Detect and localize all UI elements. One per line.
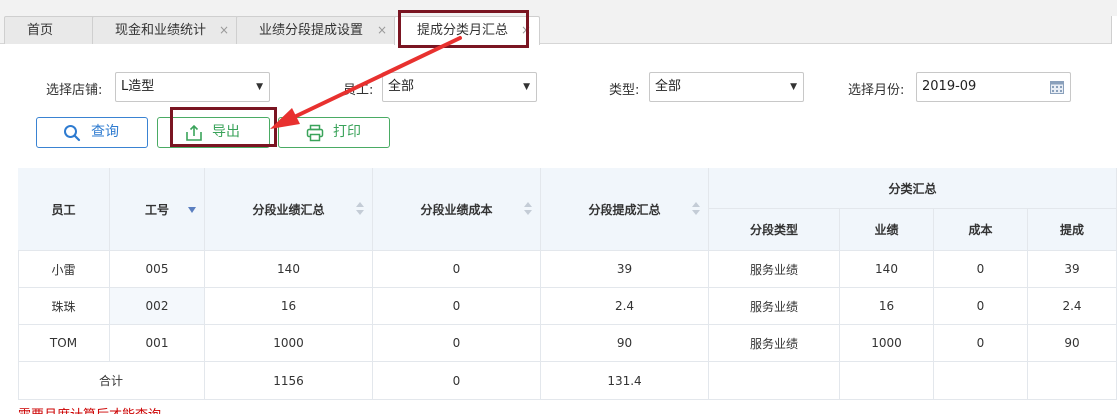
print-button[interactable]: 打印	[278, 117, 390, 148]
cell-employee-number: 002	[110, 288, 205, 325]
cell-performance: 1000	[840, 325, 934, 362]
store-select[interactable]: L造型 ▼	[115, 72, 270, 102]
type-select-value: 全部	[655, 79, 682, 94]
header-segment-type: 分段类型	[709, 209, 840, 251]
sort-icon[interactable]	[692, 202, 700, 216]
cell-total-label: 合计	[18, 362, 205, 400]
print-button-label: 打印	[333, 124, 361, 140]
close-icon[interactable]: ×	[377, 17, 387, 44]
cell-commission: 2.4	[1028, 288, 1117, 325]
cell-performance: 140	[840, 251, 934, 288]
header-commission: 提成	[1028, 209, 1117, 251]
header-employee-number[interactable]: 工号	[110, 168, 205, 251]
cell-employee-number: 001	[110, 325, 205, 362]
type-label: 类型:	[609, 83, 640, 98]
header-segment-commission-total[interactable]: 分段提成汇总	[541, 168, 709, 251]
chevron-down-icon: ▼	[790, 82, 797, 92]
query-button[interactable]: 查询	[36, 117, 148, 148]
cell-employee: TOM	[18, 325, 110, 362]
close-icon[interactable]: ×	[219, 17, 229, 44]
cell-cost: 0	[934, 251, 1028, 288]
printer-icon	[306, 124, 324, 142]
month-input-value: 2019-09	[922, 79, 977, 94]
cell-segment-commission-total: 39	[541, 251, 709, 288]
cell-segment-commission-total: 90	[541, 325, 709, 362]
type-select[interactable]: 全部 ▼	[649, 72, 804, 102]
chevron-down-icon: ▼	[523, 82, 530, 92]
cell-employee: 小雷	[18, 251, 110, 288]
cell-segment-performance-cost: 0	[373, 251, 541, 288]
cell-segment-commission-total: 2.4	[541, 288, 709, 325]
cell-performance: 16	[840, 288, 934, 325]
header-segment-performance-total[interactable]: 分段业绩汇总	[205, 168, 373, 251]
cell-segment-performance-total: 1000	[205, 325, 373, 362]
cell-segment-type: 服务业绩	[709, 288, 840, 325]
cell-total-empty	[709, 362, 840, 400]
cell-cost: 0	[934, 325, 1028, 362]
export-highlight-box	[170, 107, 277, 147]
cell-total-segment-cost: 0	[373, 362, 541, 400]
active-tab-highlight-box	[398, 10, 529, 48]
sort-icon[interactable]	[524, 202, 532, 216]
commission-summary-table: 员工 工号 分段业绩汇总 分段业绩成本 分段提成汇总 分类汇总 分段类型 业绩 …	[18, 168, 1117, 400]
cell-employee: 珠珠	[18, 288, 110, 325]
cell-total-empty	[934, 362, 1028, 400]
search-icon	[64, 125, 81, 142]
cell-commission: 39	[1028, 251, 1117, 288]
tab-bar: 首页 现金和业绩统计 × 业绩分段提成设置 × 提成分类月汇总 ×	[0, 0, 1117, 45]
sort-desc-icon[interactable]	[188, 202, 196, 216]
footnote-warning: 需要月度计算后才能查询	[18, 404, 161, 414]
cell-total-empty	[840, 362, 934, 400]
header-segment-performance-cost[interactable]: 分段业绩成本	[373, 168, 541, 251]
cell-segment-performance-total: 16	[205, 288, 373, 325]
header-cost: 成本	[934, 209, 1028, 251]
month-label: 选择月份:	[848, 83, 905, 98]
chevron-down-icon: ▼	[256, 82, 263, 92]
store-label: 选择店铺:	[46, 83, 103, 98]
employee-select-value: 全部	[388, 79, 415, 94]
cell-total-segment-commission: 131.4	[541, 362, 709, 400]
tab-cash-and-performance[interactable]: 现金和业绩统计 ×	[92, 16, 238, 44]
cell-segment-performance-cost: 0	[373, 325, 541, 362]
tab-label: 首页	[27, 23, 54, 38]
query-button-label: 查询	[91, 124, 119, 140]
cell-segment-type: 服务业绩	[709, 325, 840, 362]
cell-total-segment-performance: 1156	[205, 362, 373, 400]
header-performance: 业绩	[840, 209, 934, 251]
cell-segment-type: 服务业绩	[709, 251, 840, 288]
calendar-icon[interactable]	[1050, 80, 1064, 94]
store-select-value: L造型	[121, 79, 155, 94]
cell-segment-performance-total: 140	[205, 251, 373, 288]
tab-strip-end	[1111, 16, 1117, 44]
employee-label: 员工:	[343, 83, 374, 98]
header-category-summary-group: 分类汇总	[709, 168, 1117, 209]
cell-segment-performance-cost: 0	[373, 288, 541, 325]
cell-commission: 90	[1028, 325, 1117, 362]
cell-cost: 0	[934, 288, 1028, 325]
cell-total-empty	[1028, 362, 1117, 400]
tab-label: 业绩分段提成设置	[259, 23, 364, 38]
employee-select[interactable]: 全部 ▼	[382, 72, 537, 102]
tab-label: 现金和业绩统计	[115, 23, 207, 38]
header-employee: 员工	[18, 168, 110, 251]
sort-icon[interactable]	[356, 202, 364, 216]
tab-segment-commission-settings[interactable]: 业绩分段提成设置 ×	[236, 16, 396, 44]
tab-home[interactable]: 首页	[4, 16, 96, 44]
month-input[interactable]: 2019-09	[916, 72, 1071, 102]
cell-employee-number: 005	[110, 251, 205, 288]
